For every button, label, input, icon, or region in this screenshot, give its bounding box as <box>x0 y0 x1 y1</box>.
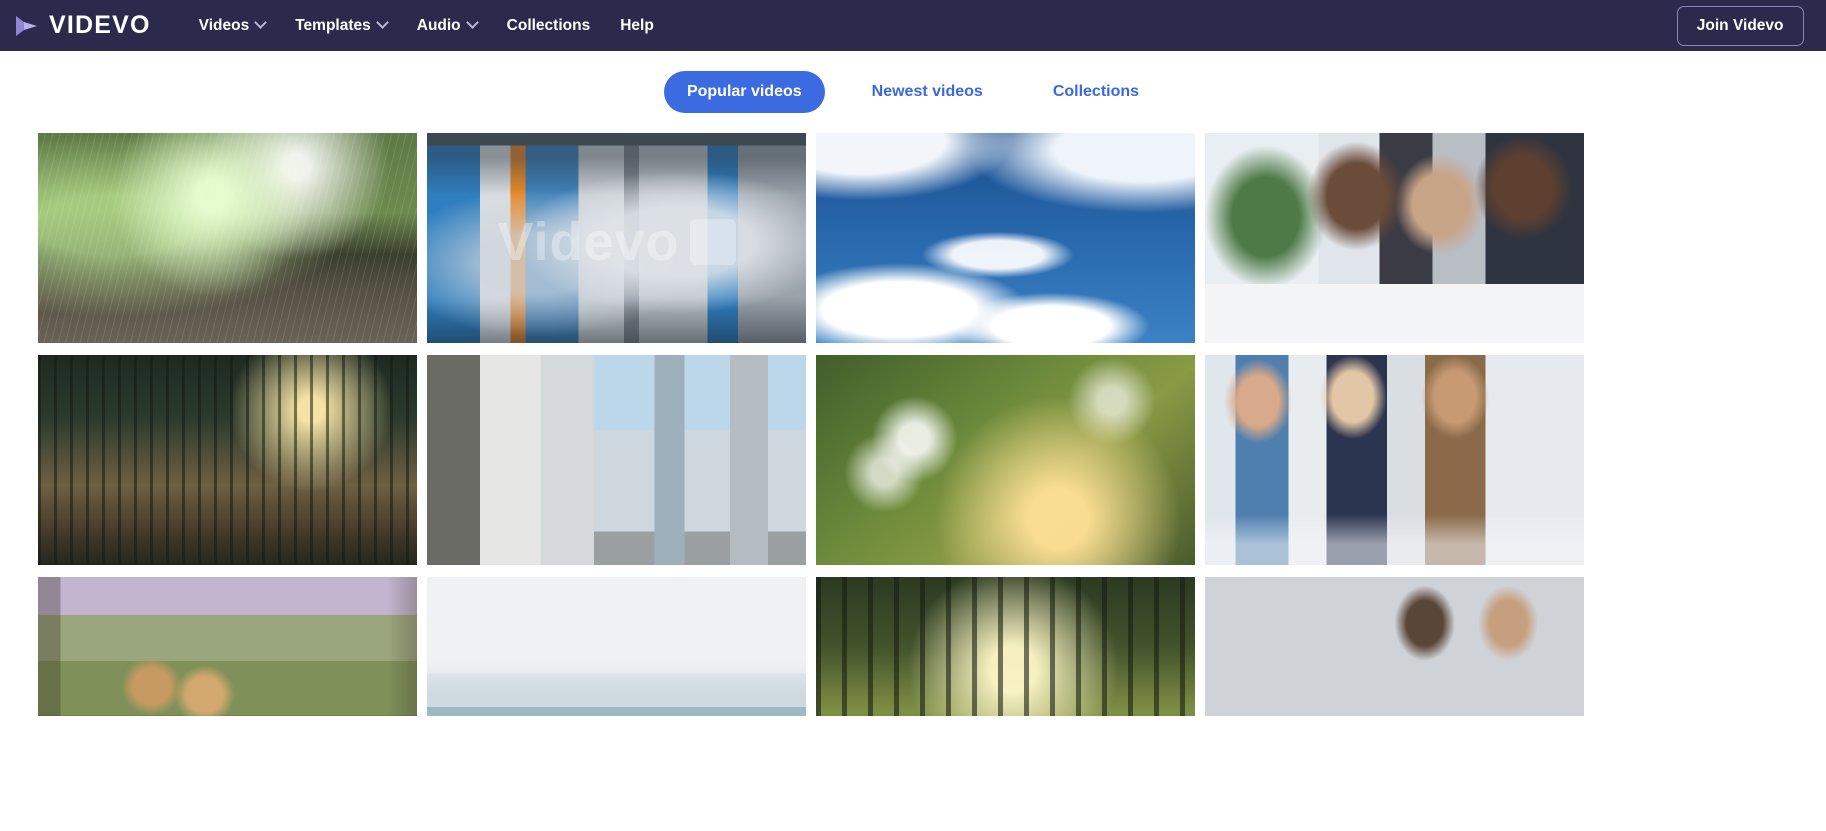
thumbnail-image-rain-in-forest <box>38 133 417 343</box>
chevron-down-icon <box>375 16 389 29</box>
thumbnail-image-office-team-standing <box>1205 355 1584 565</box>
tab-newest-videos[interactable]: Newest videos <box>849 71 1006 113</box>
main-navigation: Videos Templates Audio Collections Help <box>184 11 669 41</box>
thumbnail-image-factory-machinery <box>427 133 806 343</box>
video-thumbnail[interactable] <box>816 133 1195 343</box>
header-actions: Join Videvo Log in <box>1676 5 1826 46</box>
thumbnail-image-sun-through-leaves <box>816 355 1195 565</box>
video-thumbnail[interactable] <box>1205 355 1584 565</box>
logo-text: VIDEVO <box>49 11 151 39</box>
thumbnail-image-office-team-laptop <box>1205 133 1584 343</box>
nav-item-audio[interactable]: Audio <box>402 11 492 41</box>
video-thumbnail[interactable] <box>427 355 806 565</box>
nav-label-templates: Templates <box>295 16 371 34</box>
video-thumbnail[interactable]: Videvo <box>427 133 806 343</box>
chevron-down-icon <box>254 16 268 29</box>
video-thumbnail[interactable] <box>1205 133 1584 343</box>
chevron-down-icon <box>465 16 479 29</box>
page-bottom-area <box>0 716 1826 831</box>
video-thumbnail[interactable] <box>38 133 417 343</box>
tab-popular-videos[interactable]: Popular videos <box>663 71 825 113</box>
site-logo[interactable]: VIDEVO <box>14 11 151 40</box>
thumbnail-image-blue-sky-clouds <box>816 133 1195 343</box>
video-thumbnail[interactable] <box>816 355 1195 565</box>
videvo-play-logo-icon <box>16 15 37 36</box>
nav-label-help: Help <box>620 16 654 34</box>
nav-item-help[interactable]: Help <box>605 11 669 41</box>
nav-label-videos: Videos <box>198 16 250 34</box>
site-header: VIDEVO Videos Templates Audio Collection… <box>0 0 1826 51</box>
video-thumbnail-grid: Videvo <box>38 133 1826 787</box>
nav-label-audio: Audio <box>416 16 461 34</box>
nav-item-collections[interactable]: Collections <box>492 11 606 41</box>
content-filter-tabs: Popular videos Newest videos Collections <box>0 51 1826 133</box>
nav-item-templates[interactable]: Templates <box>280 11 402 41</box>
video-thumbnail[interactable] <box>38 355 417 565</box>
thumbnail-image-city-skyline-street <box>427 355 806 565</box>
thumbnail-image-dark-pine-forest <box>38 355 417 565</box>
join-videvo-button[interactable]: Join Videvo <box>1676 5 1804 46</box>
tab-collections[interactable]: Collections <box>1030 71 1162 113</box>
nav-item-videos[interactable]: Videos <box>184 11 281 41</box>
nav-label-collections: Collections <box>506 16 591 34</box>
